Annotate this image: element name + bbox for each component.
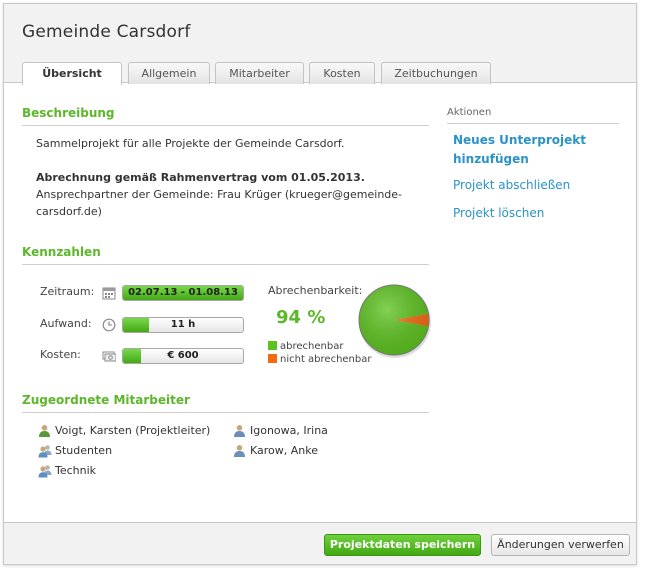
legend-swatch-abrechenbar xyxy=(268,341,277,350)
add-subproject-link-line2: hinzufügen xyxy=(453,152,529,166)
actions-title: Aktionen xyxy=(447,107,492,118)
member-label: Studenten xyxy=(55,444,113,457)
tab-allgemein[interactable]: Allgemein xyxy=(128,62,210,84)
legend-swatch-nicht-abrechenbar xyxy=(268,354,277,363)
abrechenbarkeit-percent: 94 % xyxy=(276,307,326,328)
abrechenbarkeit-label: Abrechenbarkeit: xyxy=(268,284,363,297)
close-project-link[interactable]: Projekt abschließen xyxy=(453,178,570,192)
zeitraum-value: 02.07.13 - 01.08.13 xyxy=(128,287,238,298)
divider xyxy=(447,123,619,124)
aufwand-label: Aufwand: xyxy=(40,317,92,330)
kosten-value: € 600 xyxy=(167,350,199,361)
zeitraum-label: Zeitraum: xyxy=(40,285,95,298)
add-subproject-link-line1: Neues Unterprojekt xyxy=(453,133,586,147)
add-subproject-link[interactable]: Neues Unterprojekt hinzufügen xyxy=(453,131,586,169)
description-contact-text: Ansprechpartner der Gemeinde: Frau Krüge… xyxy=(36,188,403,201)
kosten-label: Kosten: xyxy=(40,348,81,361)
footer-bar: Projektdaten speichern Änderungen verwer… xyxy=(4,522,636,564)
group-icon xyxy=(38,445,52,458)
member-label: Voigt, Karsten (Projektleiter) xyxy=(55,424,211,437)
abrechenbarkeit-pie-chart xyxy=(358,284,431,358)
zeitraum-bar: 02.07.13 - 01.08.13 xyxy=(122,285,244,301)
aufwand-value: 11 h xyxy=(170,319,196,330)
divider xyxy=(22,125,429,126)
legend-label-abrechenbar: abrechenbar xyxy=(280,341,344,352)
legend-item-abrechenbar: abrechenbar xyxy=(268,341,343,352)
member-label: Technik xyxy=(55,464,97,477)
user-icon xyxy=(39,425,50,437)
user-icon xyxy=(234,445,245,457)
divider xyxy=(22,412,429,413)
tab-uebersicht[interactable]: Übersicht xyxy=(22,62,122,85)
member-igonowa: Igonowa, Irina xyxy=(234,424,328,437)
tab-kosten[interactable]: Kosten xyxy=(309,62,375,84)
description-text: Sammelprojekt für alle Projekte der Geme… xyxy=(36,137,345,150)
clock-icon xyxy=(102,318,116,332)
aufwand-bar: 11 h xyxy=(122,317,244,333)
save-project-button[interactable]: Projektdaten speichern xyxy=(324,534,481,556)
delete-project-link[interactable]: Projekt löschen xyxy=(453,206,544,220)
section-title-kennzahlen: Kennzahlen xyxy=(22,245,101,259)
group-icon xyxy=(38,465,52,478)
kosten-bar: € 600 xyxy=(122,348,244,364)
discard-changes-button[interactable]: Änderungen verwerfen xyxy=(491,534,630,556)
member-label: Karow, Anke xyxy=(250,444,319,457)
member-voigt: Voigt, Karsten (Projektleiter) xyxy=(39,424,211,437)
section-title-mitarbeiter: Zugeordnete Mitarbeiter xyxy=(22,393,190,407)
divider xyxy=(22,264,429,265)
member-studenten: Studenten xyxy=(38,444,113,458)
calendar-icon xyxy=(102,287,116,300)
description-bold-text: Abrechnung gemäß Rahmenvertrag vom 01.05… xyxy=(36,171,365,184)
description-contact-text-cont: carsdorf.de) xyxy=(36,205,102,218)
money-icon xyxy=(102,351,116,362)
tab-zeitbuchungen[interactable]: Zeitbuchungen xyxy=(381,62,491,84)
member-karow: Karow, Anke xyxy=(234,444,319,457)
project-window: Gemeinde Carsdorf Übersicht Allgemein Mi… xyxy=(3,3,637,565)
page-title: Gemeinde Carsdorf xyxy=(22,22,191,42)
user-icon xyxy=(234,425,245,437)
member-label: Igonowa, Irina xyxy=(250,424,328,437)
member-technik: Technik xyxy=(38,464,97,478)
section-title-beschreibung: Beschreibung xyxy=(22,106,115,120)
tab-mitarbeiter[interactable]: Mitarbeiter xyxy=(215,62,304,84)
